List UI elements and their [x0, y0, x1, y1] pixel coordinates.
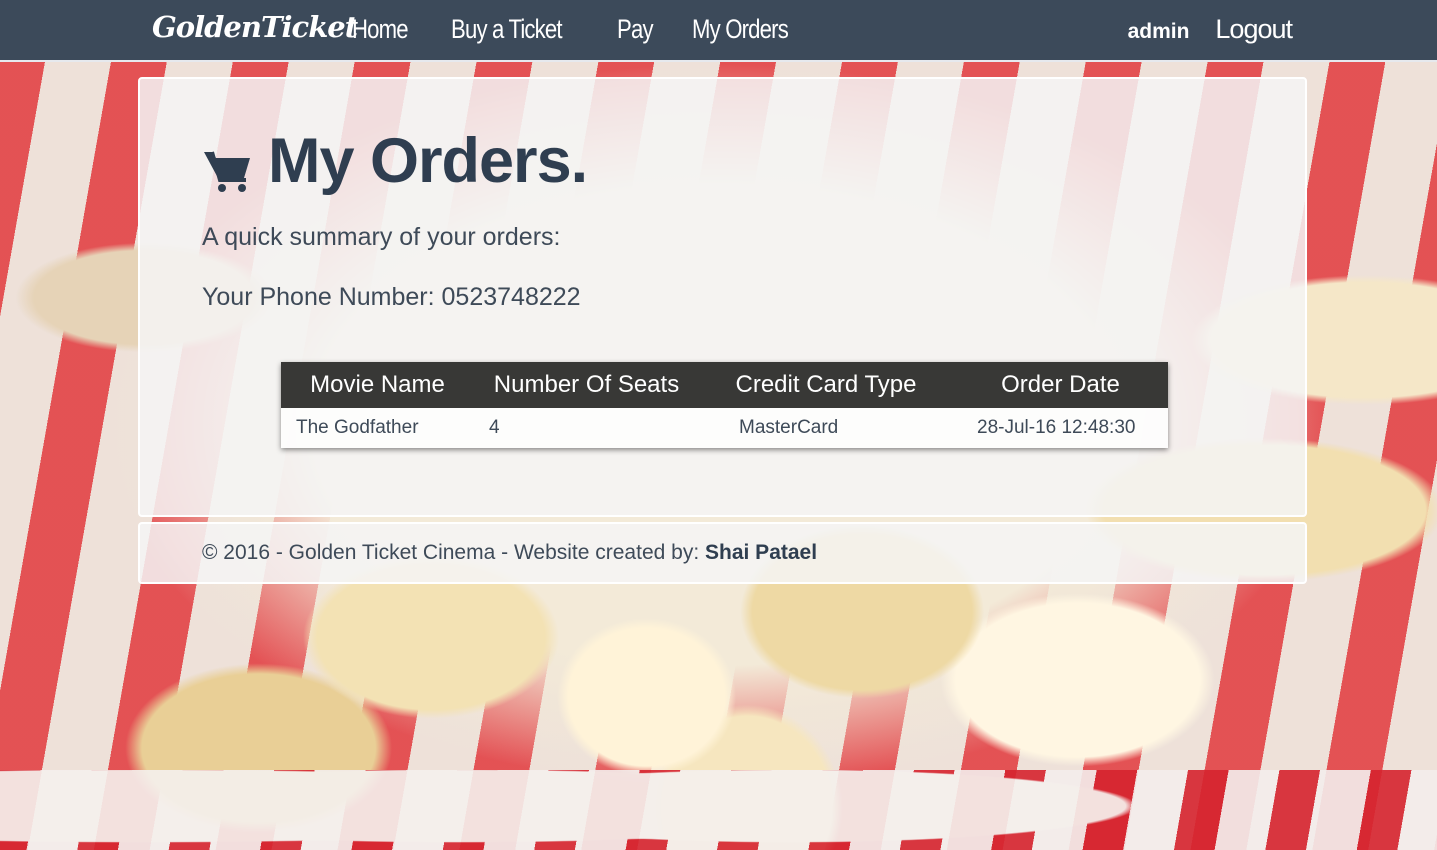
table-row: The Godfather 4 MasterCard 28-Jul-16 12:… [281, 408, 1168, 448]
nav-link-my-orders[interactable]: My Orders [692, 14, 789, 45]
phone-number: 0523748222 [441, 283, 581, 311]
footer-author: Shai Patael [705, 541, 818, 564]
username-label[interactable]: admin [1128, 20, 1190, 44]
summary-text: A quick summary of your orders: [202, 223, 561, 251]
footer-text: © 2016 - Golden Ticket Cinema - Website … [202, 541, 817, 565]
footer-panel: © 2016 - Golden Ticket Cinema - Website … [138, 522, 1307, 584]
cell-order-date: 28-Jul-16 12:48:30 [977, 417, 1136, 438]
orders-table: Movie Name Number Of Seats Credit Card T… [281, 362, 1168, 448]
column-header-credit-card-type: Credit Card Type [699, 362, 953, 408]
phone-number-line: Your Phone Number: 0523748222 [202, 283, 581, 312]
column-header-movie-name: Movie Name [281, 362, 474, 408]
nav-links: Home Buy a Ticket Pay My Orders [352, 14, 809, 45]
column-header-order-date: Order Date [953, 362, 1168, 408]
nav-link-home[interactable]: Home [352, 14, 409, 45]
cell-movie-name: The Godfather [296, 417, 419, 438]
cell-credit-card-type: MasterCard [739, 417, 839, 438]
nav-right: admin Logout [1128, 14, 1293, 45]
top-navbar: GoldenTicket Home Buy a Ticket Pay My Or… [0, 0, 1437, 62]
logout-link[interactable]: Logout [1215, 14, 1293, 45]
nav-link-buy-ticket[interactable]: Buy a Ticket [451, 14, 563, 45]
orders-panel: My Orders. A quick summary of your order… [138, 77, 1307, 517]
footer-copyright: © 2016 - Golden Ticket Cinema - Website … [202, 541, 700, 564]
page-title: My Orders. [202, 125, 588, 197]
cell-number-of-seats: 4 [489, 417, 500, 438]
phone-label: Your Phone Number: [202, 283, 435, 311]
brand-logo[interactable]: GoldenTicket [152, 10, 358, 44]
page-title-text: My Orders. [268, 126, 588, 196]
table-header-row: Movie Name Number Of Seats Credit Card T… [281, 362, 1168, 408]
shopping-cart-icon [202, 137, 252, 192]
column-header-number-of-seats: Number Of Seats [474, 362, 699, 408]
nav-link-pay[interactable]: Pay [617, 14, 654, 45]
